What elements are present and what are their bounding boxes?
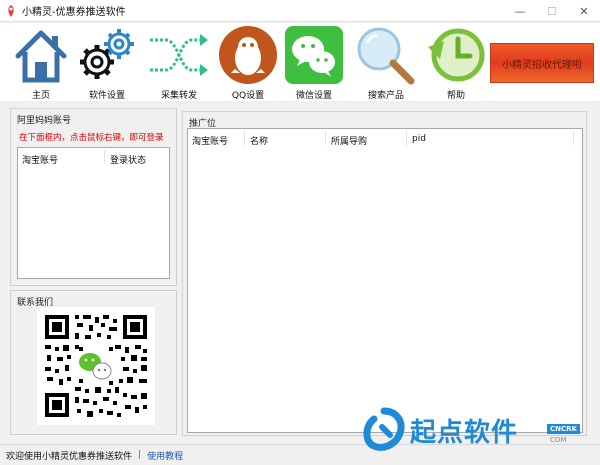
alimama-accounts-title: 阿里妈妈账号 [17,113,72,126]
minimize-button[interactable]: — [504,0,536,22]
tool-settings-label: 软件设置 [88,91,125,101]
status-separator: | [138,450,142,460]
account-list[interactable]: 淘宝账号 登录状态 [17,147,170,279]
help-clock-icon [428,28,485,82]
tool-settings[interactable]: 软件设置 [76,25,138,101]
status-welcome-text: 欢迎使用小精灵优惠券推送软件 [6,451,133,462]
shuffle-arrows-icon [150,34,208,76]
watermark-sub: COM [550,436,567,444]
gears-icon [80,29,134,79]
column-divider [104,150,105,164]
tool-qq-settings-label: QQ设置 [231,91,265,101]
promotion-position-list[interactable]: 淘宝账号 名称 所属导购 pid [187,128,583,433]
qq-penguin-icon [219,26,277,84]
alimama-accounts-group: 阿里妈妈账号 在下面框内，点击鼠标右键，即可登录 淘宝账号 登录状态 [10,108,177,286]
app-icon [8,4,14,17]
toolbar: 主页 软件设置 采集转发 QQ设置 微信设置 搜索产品 帮助 小精灵招收代理啦 [0,23,600,101]
close-button[interactable]: ✕ [568,0,600,22]
tool-help-label: 帮助 [446,91,465,101]
login-hint: 在下面框内，点击鼠标右键，即可登录 [19,133,164,143]
contact-us-group: 联系我们 [10,290,177,435]
maximize-button[interactable]: ☐ [536,0,568,22]
watermark-logo-icon [363,407,405,451]
watermark-badge: CNCRK [547,424,580,434]
tool-search-products-label: 搜索产品 [367,91,404,101]
tool-home-label: 主页 [31,91,50,101]
tool-collect-forward-label: 采集转发 [160,91,197,101]
column-header-login-status[interactable]: 登录状态 [110,153,146,166]
title-bar: 小精灵-优惠券推送软件 — ☐ ✕ [0,0,600,22]
column-divider [325,131,326,145]
tool-wechat-settings-label: 微信设置 [295,91,332,101]
watermark-text: 起点软件 [410,417,519,448]
column-header-taobao-account[interactable]: 淘宝账号 [192,134,228,147]
tool-search-products[interactable]: 搜索产品 [355,25,417,101]
promotion-position-group: 推广位 淘宝账号 名称 所属导购 pid [182,111,587,436]
column-header-shopping-guide[interactable]: 所属导购 [331,134,367,147]
tool-wechat-settings[interactable]: 微信设置 [283,25,345,101]
column-divider [244,131,245,145]
column-divider [406,131,407,145]
site-watermark: 起点软件 CNCRK COM [362,402,598,458]
tutorial-link[interactable]: 使用教程 [147,449,183,462]
column-header-name[interactable]: 名称 [250,134,268,147]
tool-home[interactable]: 主页 [10,25,72,101]
home-icon [15,30,67,83]
column-header-pid[interactable]: pid [412,134,426,144]
magnifier-icon [357,27,415,85]
window-title: 小精灵-优惠券推送软件 [22,7,126,18]
tool-help[interactable]: 帮助 [425,25,487,101]
tool-qq-settings[interactable]: QQ设置 [217,25,279,101]
contact-qr-code [37,307,155,425]
column-divider [573,131,574,145]
column-header-taobao-account[interactable]: 淘宝账号 [22,153,58,166]
agent-recruit-banner[interactable]: 小精灵招收代理啦 [490,43,594,83]
wechat-icon [285,26,343,84]
tool-collect-forward[interactable]: 采集转发 [148,25,210,101]
